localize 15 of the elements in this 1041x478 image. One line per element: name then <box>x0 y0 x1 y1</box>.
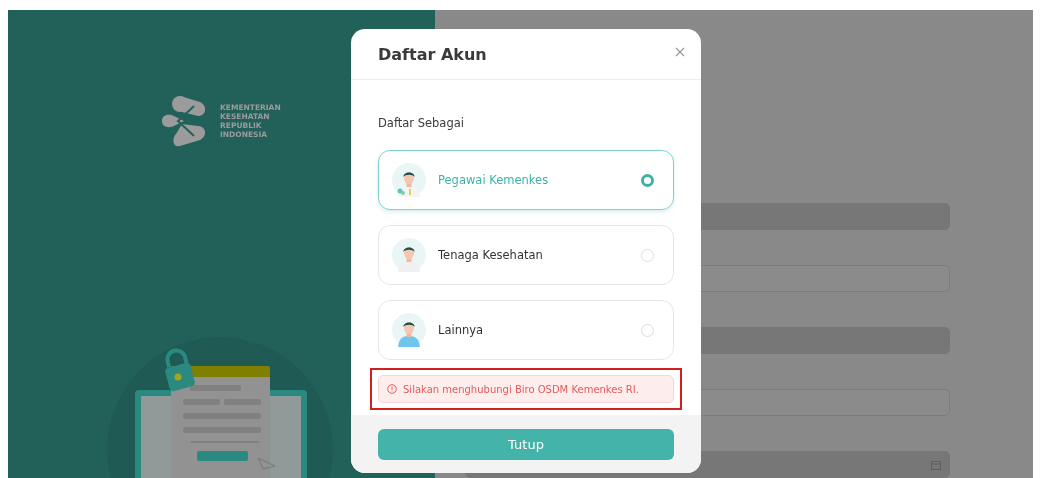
person-avatar-icon <box>392 313 426 347</box>
calendar-icon <box>931 459 941 470</box>
role-option[interactable]: Lainnya <box>378 300 674 360</box>
section-label: Daftar Sebagai <box>378 115 465 131</box>
error-message: Silakan menghubungi Biro OSDM Kemenkes RI. <box>403 383 639 395</box>
role-label: Pegawai Kemenkes <box>438 173 550 187</box>
role-label: Tenaga Kesehatan <box>438 248 544 262</box>
role-option[interactable]: Tenaga Kesehatan <box>378 225 674 285</box>
person-avatar-icon <box>392 163 426 197</box>
warning-icon <box>387 384 397 394</box>
radio-button[interactable] <box>641 173 654 187</box>
dialog-title: Daftar Akun <box>378 44 487 64</box>
close-icon <box>675 47 685 57</box>
person-avatar-icon <box>392 238 426 272</box>
role-label: Lainnya <box>438 323 485 337</box>
